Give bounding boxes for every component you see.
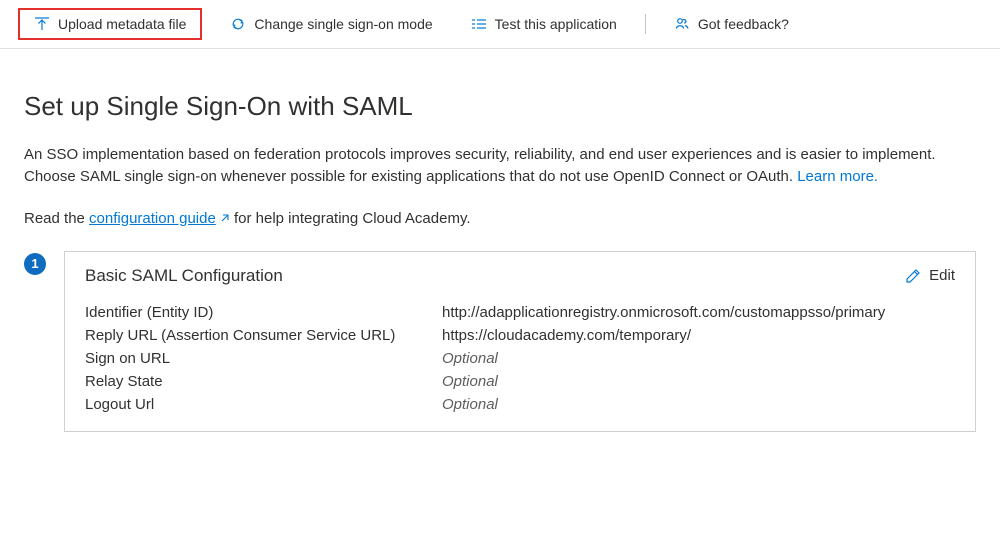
upload-metadata-button[interactable]: Upload metadata file — [18, 8, 202, 40]
edit-button[interactable]: Edit — [905, 267, 955, 284]
toolbar: Upload metadata file Change single sign-… — [0, 0, 1000, 49]
intro-text: An SSO implementation based on federatio… — [24, 144, 976, 188]
card-title: Basic SAML Configuration — [85, 266, 283, 286]
sign-on-url-value: Optional — [442, 350, 955, 367]
edit-label: Edit — [929, 267, 955, 284]
saml-fields-table: Identifier (Entity ID) http://adapplicat… — [85, 304, 955, 413]
feedback-button[interactable]: Got feedback? — [664, 10, 799, 38]
reply-url-label: Reply URL (Assertion Consumer Service UR… — [85, 327, 430, 344]
card-header: Basic SAML Configuration Edit — [85, 266, 955, 286]
test-application-button[interactable]: Test this application — [461, 10, 627, 38]
upload-icon — [34, 16, 50, 32]
main-content: Set up Single Sign-On with SAML An SSO i… — [0, 49, 1000, 456]
step-number-badge: 1 — [24, 253, 46, 275]
test-application-label: Test this application — [495, 16, 617, 32]
change-sso-mode-button[interactable]: Change single sign-on mode — [220, 10, 442, 38]
configuration-guide-link[interactable]: configuration guide — [89, 210, 230, 227]
toolbar-separator — [645, 14, 646, 34]
sign-on-url-label: Sign on URL — [85, 350, 430, 367]
pencil-icon — [905, 268, 921, 284]
test-app-icon — [471, 16, 487, 32]
feedback-icon — [674, 16, 690, 32]
page-title: Set up Single Sign-On with SAML — [24, 91, 976, 122]
upload-metadata-label: Upload metadata file — [58, 16, 186, 32]
logout-url-label: Logout Url — [85, 396, 430, 413]
guide-prefix: Read the — [24, 210, 89, 227]
identifier-label: Identifier (Entity ID) — [85, 304, 430, 321]
guide-row: Read the configuration guide for help in… — [24, 210, 976, 227]
feedback-label: Got feedback? — [698, 16, 789, 32]
external-link-icon — [218, 213, 230, 225]
learn-more-link[interactable]: Learn more. — [797, 168, 878, 185]
guide-suffix: for help integrating Cloud Academy. — [230, 210, 471, 227]
step-1-row: 1 Basic SAML Configuration Edit Identifi… — [24, 251, 976, 432]
relay-state-value: Optional — [442, 373, 955, 390]
identifier-value: http://adapplicationregistry.onmicrosoft… — [442, 304, 955, 321]
relay-state-label: Relay State — [85, 373, 430, 390]
change-mode-icon — [230, 16, 246, 32]
change-sso-mode-label: Change single sign-on mode — [254, 16, 432, 32]
basic-saml-config-card: Basic SAML Configuration Edit Identifier… — [64, 251, 976, 432]
reply-url-value: https://cloudacademy.com/temporary/ — [442, 327, 955, 344]
logout-url-value: Optional — [442, 396, 955, 413]
